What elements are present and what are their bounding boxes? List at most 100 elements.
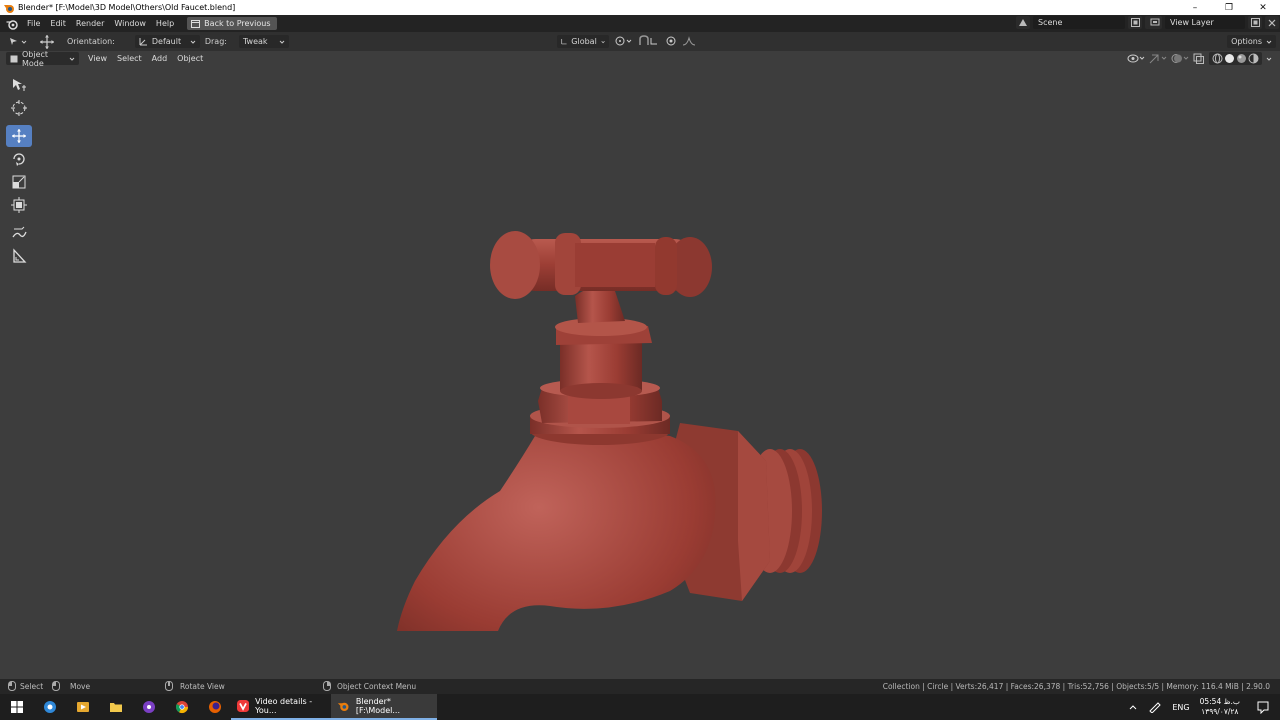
options-dropdown[interactable]: Options	[1227, 35, 1276, 48]
viewport-header: Object Mode View Select Add Object	[0, 50, 1280, 68]
start-button[interactable]	[0, 694, 33, 720]
scene-name-field[interactable]: Scene	[1033, 16, 1125, 29]
faucet-model[interactable]	[370, 161, 840, 631]
scale-tool[interactable]	[6, 171, 32, 193]
orientation-icon	[139, 38, 147, 46]
measure-tool[interactable]	[6, 245, 32, 267]
app-circle-icon	[43, 701, 56, 713]
viewport-menu-view[interactable]: View	[83, 54, 112, 63]
shading-modes	[1209, 52, 1262, 65]
blender-menu-icon[interactable]	[6, 18, 18, 30]
delete-view-layer-icon[interactable]	[1265, 16, 1279, 29]
overlays-icon[interactable]	[1171, 53, 1189, 64]
scene-browse-icon[interactable]	[1016, 16, 1030, 29]
taskbar-firefox[interactable]	[198, 694, 231, 720]
axis-icon	[561, 39, 567, 45]
notifications-icon[interactable]	[1256, 700, 1270, 714]
rotate-icon	[13, 153, 25, 166]
select-box-tool[interactable]	[6, 74, 32, 96]
viewport-menu-object[interactable]: Object	[172, 54, 208, 63]
view-layer-browse-icon[interactable]	[1148, 16, 1162, 29]
cursor-tool[interactable]	[6, 97, 32, 119]
move-icon	[12, 129, 26, 143]
wireframe-shading-icon[interactable]	[1212, 53, 1223, 64]
scene-selector: Scene	[1016, 16, 1159, 29]
tool-settings-header: Orientation: Default Drag: Tweak Global …	[0, 32, 1280, 51]
select-box-icon	[13, 79, 26, 91]
taskbar-chrome[interactable]	[165, 694, 198, 720]
taskbar-vivaldi-window[interactable]: Video details - You...	[231, 694, 331, 720]
tool-mode-dropdown[interactable]	[8, 36, 27, 47]
object-mode-dropdown[interactable]: Object Mode	[6, 50, 79, 68]
pen-icon[interactable]	[1148, 701, 1162, 713]
back-to-previous-button[interactable]: Back to Previous	[187, 17, 277, 30]
blender-topbar: File Edit Render Window Help Back to Pre…	[0, 15, 1280, 32]
minimize-button[interactable]: –	[1178, 0, 1212, 15]
menu-window[interactable]: Window	[109, 19, 151, 28]
taskbar-file-explorer[interactable]	[99, 694, 132, 720]
window-titlebar: Blender* [F:\Model\3D Model\Others\Old F…	[0, 0, 1280, 15]
falloff-icon[interactable]	[682, 36, 696, 46]
windows-logo-icon	[10, 701, 23, 713]
pivot-point-icon[interactable]	[614, 35, 632, 47]
scale-icon	[12, 175, 26, 189]
chevron-down-icon	[601, 40, 605, 43]
3d-viewport[interactable]	[0, 66, 1280, 678]
view-layer-name-field[interactable]: View Layer	[1165, 16, 1245, 29]
language-indicator[interactable]: ENG	[1172, 703, 1189, 712]
annotate-tool[interactable]	[6, 222, 32, 244]
chevron-down-icon	[1266, 40, 1272, 44]
chevron-up-icon[interactable]	[1128, 702, 1138, 712]
mouse-drag-icon	[52, 681, 60, 691]
menu-render[interactable]: Render	[71, 19, 109, 28]
orientation-dropdown[interactable]: Default	[134, 35, 200, 48]
cursor-icon	[11, 100, 27, 116]
chevron-down-icon	[279, 40, 285, 44]
xray-icon[interactable]	[1193, 53, 1205, 64]
shading-options-chevron-icon[interactable]	[1266, 56, 1272, 62]
object-mode-icon	[10, 55, 18, 62]
podcast-icon	[142, 701, 155, 713]
move-tool-icon[interactable]	[39, 34, 55, 50]
chevron-down-icon	[190, 40, 196, 44]
menu-edit[interactable]: Edit	[45, 19, 71, 28]
transform-icon	[11, 197, 27, 213]
chevron-down-icon	[21, 40, 27, 44]
blender-logo-icon	[4, 4, 14, 13]
transform-orientation-dropdown[interactable]: Global	[557, 35, 609, 48]
taskbar-podcast-app[interactable]	[132, 694, 165, 720]
snap-icon[interactable]	[638, 35, 660, 47]
windows-taskbar: Video details - You... Blender* [F:\Mode…	[0, 694, 1280, 720]
move-tool[interactable]	[6, 125, 32, 147]
back-to-previous-label: Back to Previous	[204, 19, 271, 28]
menu-help[interactable]: Help	[151, 19, 179, 28]
mouse-right-icon	[323, 681, 331, 691]
tool-shelf	[6, 74, 33, 268]
viewport-menu-add[interactable]: Add	[147, 54, 173, 63]
proportional-editing-icon[interactable]	[666, 36, 676, 46]
rotate-tool[interactable]	[6, 148, 32, 170]
view-layer-selector: View Layer	[1148, 16, 1279, 29]
drag-dropdown[interactable]: Tweak	[238, 35, 289, 48]
rendered-shading-icon[interactable]	[1248, 53, 1259, 64]
new-scene-icon[interactable]	[1128, 16, 1142, 29]
material-shading-icon[interactable]	[1236, 53, 1247, 64]
viewport-menu-select[interactable]: Select	[112, 54, 147, 63]
solid-shading-icon[interactable]	[1224, 53, 1235, 64]
visibility-icon[interactable]	[1127, 53, 1145, 64]
firefox-icon	[208, 701, 221, 713]
clock[interactable]: 05:54 ب.ظ ۱۳۹۹/۰۷/۲۸	[1200, 697, 1240, 717]
mouse-left-icon	[8, 681, 16, 691]
close-button[interactable]: ✕	[1246, 0, 1280, 15]
blender-taskbar-icon	[337, 702, 349, 712]
taskbar-media-app[interactable]	[66, 694, 99, 720]
app-window: Blender* [F:\Model\3D Model\Others\Old F…	[0, 0, 1280, 720]
new-view-layer-icon[interactable]	[1248, 16, 1262, 29]
transform-tool[interactable]	[6, 194, 32, 216]
status-select-hint: Select	[8, 681, 43, 691]
menu-file[interactable]: File	[22, 19, 45, 28]
taskbar-blender-window[interactable]: Blender* [F:\Model...	[331, 694, 437, 720]
taskbar-blue-app[interactable]	[33, 694, 66, 720]
gizmo-icon[interactable]	[1149, 53, 1167, 64]
maximize-button[interactable]: ❐	[1212, 0, 1246, 15]
